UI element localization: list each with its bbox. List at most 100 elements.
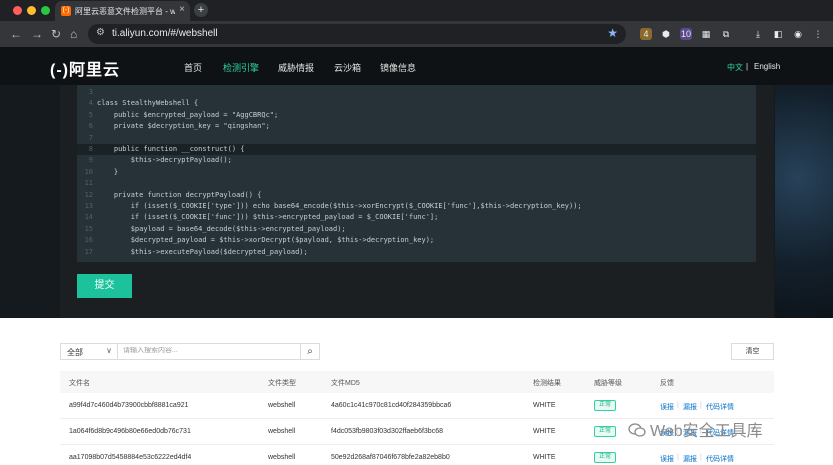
extension-shield-icon[interactable]: ⬢ xyxy=(660,28,672,40)
code-text: $this->executePayload($decrypted_payload… xyxy=(97,247,308,256)
filter-select[interactable]: 全部 ∨ xyxy=(60,343,118,360)
lang-en[interactable]: English xyxy=(754,62,780,71)
maximize-window-button[interactable] xyxy=(41,6,50,15)
table-row[interactable]: aa17098b07d5458884e53c6222ed4df4 webshel… xyxy=(60,445,774,465)
status-badge: 正常 xyxy=(594,426,616,437)
col-filename: 文件名 xyxy=(69,380,90,387)
col-feedback: 反馈 xyxy=(660,380,674,387)
divider: | xyxy=(677,454,679,461)
nav-cloud-sandbox[interactable]: 云沙箱 xyxy=(334,61,361,74)
search-input[interactable] xyxy=(123,347,293,354)
cell-md5: 4a60c1c41c970c81cd40f284359bbca6 xyxy=(331,402,452,409)
reload-icon[interactable]: ↻ xyxy=(51,27,61,41)
url-text: ti.aliyun.com/#/webshell xyxy=(112,28,218,39)
code-line: 13 if (isset($_COOKIE['type'])) echo bas… xyxy=(77,201,756,212)
search-button[interactable]: ⌕ xyxy=(300,343,320,360)
table-header: 文件名 文件类型 文件MD5 检测结果 威胁等级 反馈 xyxy=(60,371,774,393)
code-text: if (isset($_COOKIE['func'])) $this->encr… xyxy=(97,213,439,222)
submit-button[interactable]: 提交 xyxy=(77,274,132,298)
cell-filename: aa17098b07d5458884e53c6222ed4df4 xyxy=(69,454,192,461)
nav-detection-engine[interactable]: 检测引擎 xyxy=(223,61,259,74)
false-positive-link[interactable]: 误报 xyxy=(660,402,674,412)
code-line: 12 private function decryptPayload() { xyxy=(77,190,756,201)
code-editor[interactable]: 3 4 class StealthyWebshell {5 public $encr… xyxy=(77,85,756,262)
cell-result: WHITE xyxy=(533,428,556,435)
cell-filetype: webshell xyxy=(268,402,296,409)
cell-filename: a99f4d7c460d4b73900cbbf8881ca921 xyxy=(69,402,189,409)
extension-icon[interactable]: 4 xyxy=(640,28,652,40)
status-badge: 正常 xyxy=(594,452,616,463)
home-icon[interactable]: ⌂ xyxy=(70,27,77,41)
wechat-icon xyxy=(628,423,646,437)
watermark: Web安全工具库 xyxy=(628,417,763,441)
code-text: if (isset($_COOKIE['type'])) echo base64… xyxy=(97,202,582,210)
nav-threat-intel[interactable]: 威胁情报 xyxy=(278,61,314,74)
aliyun-favicon-icon: (-) xyxy=(61,6,71,16)
line-number: 14 xyxy=(84,213,93,222)
bookmark-star-icon[interactable]: ★ xyxy=(607,26,618,40)
code-details-link[interactable]: 代码详情 xyxy=(706,454,734,464)
menu-kebab-icon[interactable]: ⋮ xyxy=(812,28,824,40)
code-details-link[interactable]: 代码详情 xyxy=(706,402,734,412)
col-md5: 文件MD5 xyxy=(331,380,360,387)
cell-result: WHITE xyxy=(533,402,556,409)
extension-badge-icon[interactable]: 10 xyxy=(680,28,692,40)
browser-tab[interactable]: (-) 阿里云恶意文件检测平台 - web × xyxy=(55,1,190,21)
lang-separator: | xyxy=(746,62,749,71)
new-tab-icon[interactable]: + xyxy=(194,3,208,17)
line-number: 15 xyxy=(84,224,93,233)
code-text: class StealthyWebshell { xyxy=(97,99,199,108)
sidebar-icon[interactable]: ◧ xyxy=(772,28,784,40)
search-field[interactable] xyxy=(117,343,301,360)
false-negative-link[interactable]: 漏报 xyxy=(683,454,697,464)
line-number: 3 xyxy=(88,88,93,96)
lang-zh[interactable]: 中文 xyxy=(727,62,743,73)
line-number: 17 xyxy=(84,247,93,256)
cell-md5: f4dc053fb9803f03d302ffaeb6f3bc68 xyxy=(331,428,443,435)
download-icon[interactable]: ⤓ xyxy=(752,28,764,40)
clear-button[interactable]: 清空 xyxy=(731,343,774,360)
puzzle-extensions-icon[interactable]: ⧉ xyxy=(720,28,732,40)
cell-filetype: webshell xyxy=(268,428,296,435)
nav-image-info[interactable]: 镜像信息 xyxy=(380,61,416,74)
line-number: 7 xyxy=(88,133,93,142)
code-text: } xyxy=(97,167,119,176)
code-line: 9 $this->decryptPayload(); xyxy=(77,155,756,166)
divider: | xyxy=(677,402,679,409)
filter-select-value: 全部 xyxy=(67,348,83,357)
browser-toolbar: ← → ↻ ⌂ ⚙ ti.aliyun.com/#/webshell ★ 4 ⬢… xyxy=(0,21,833,47)
nav-home[interactable]: 首页 xyxy=(184,61,202,74)
code-line: 10 } xyxy=(77,167,756,178)
cell-filetype: webshell xyxy=(268,454,296,461)
table-row[interactable]: a99f4d7c460d4b73900cbbf8881ca921 webshel… xyxy=(60,393,774,419)
close-window-button[interactable] xyxy=(13,6,22,15)
line-number: 9 xyxy=(88,156,93,165)
code-line: 15 $payload = base64_decode($this->encry… xyxy=(77,224,756,235)
qr-extension-icon[interactable]: ▦ xyxy=(700,28,712,40)
tab-close-icon[interactable]: × xyxy=(179,4,185,15)
code-text: $decrypted_payload = $this->xorDecrypt($… xyxy=(97,236,435,245)
code-line: 5 public $encrypted_payload = "AggCBRQc"… xyxy=(77,110,756,121)
code-text: public function __construct() { xyxy=(97,145,245,153)
col-threat-level: 威胁等级 xyxy=(594,380,622,387)
code-line: 3 xyxy=(77,87,756,98)
code-text: private $decryption_key = "qingshan"; xyxy=(97,122,270,131)
line-number: 16 xyxy=(84,236,93,245)
line-number: 11 xyxy=(84,179,93,188)
false-negative-link[interactable]: 漏报 xyxy=(683,402,697,412)
back-arrow-icon[interactable]: ← xyxy=(10,27,22,41)
search-icon: ⌕ xyxy=(307,346,313,357)
tab-title: 阿里云恶意文件检测平台 - web xyxy=(75,7,175,16)
address-bar[interactable]: ⚙ ti.aliyun.com/#/webshell ★ xyxy=(88,24,626,44)
forward-arrow-icon[interactable]: → xyxy=(31,27,43,41)
profile-icon[interactable]: ◉ xyxy=(792,28,804,40)
aliyun-logo[interactable]: (-)阿里云 xyxy=(50,56,120,80)
cell-filename: 1a064f6d8b9c496b80e66ed0db76c731 xyxy=(69,428,191,435)
cell-md5: 50e92d268af87046f678bfe2a82eb8b0 xyxy=(331,454,450,461)
false-positive-link[interactable]: 误报 xyxy=(660,454,674,464)
code-text: public $encrypted_payload = "AggCBRQc"; xyxy=(97,110,279,119)
site-info-icon[interactable]: ⚙ xyxy=(96,27,105,38)
line-number: 10 xyxy=(84,167,93,176)
minimize-window-button[interactable] xyxy=(27,6,36,15)
code-text: $this->decryptPayload(); xyxy=(97,156,232,165)
